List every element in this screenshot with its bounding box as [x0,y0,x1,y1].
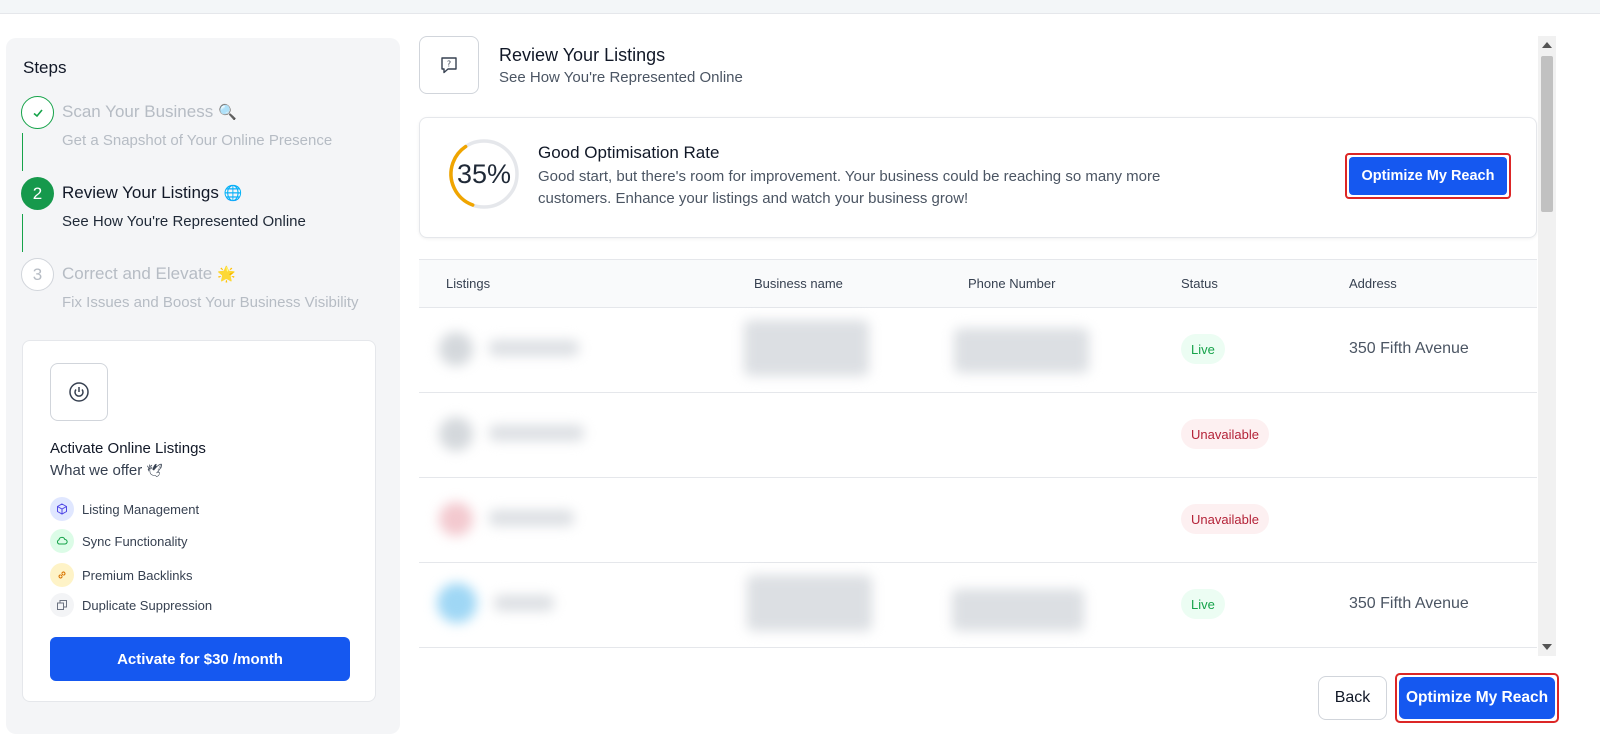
optimisation-description: Good start, but there's room for improve… [538,168,1161,207]
copy-icon [50,593,74,617]
optimize-reach-footer-button[interactable]: Optimize My Reach [1399,677,1555,719]
listing-logo-blurred [437,583,477,623]
scroll-up-icon[interactable] [1542,42,1552,48]
feature-label: Listing Management [82,501,200,517]
step-number: 2 [21,177,54,210]
listing-logo-blurred [439,502,473,536]
table-row[interactable]: Unavailable [419,393,1537,478]
column-header-phone: Phone Number [968,276,1056,291]
power-icon [50,363,108,421]
listing-logo-blurred [439,417,473,451]
address-cell: 350 Fifth Avenue [1349,595,1469,612]
step-subtitle: Get a Snapshot of Your Online Presence [62,132,333,149]
column-header-status: Status [1181,276,1218,291]
listing-logo-blurred [439,332,473,366]
feature-label: Premium Backlinks [82,567,193,583]
table-row[interactable]: Live 350 Fifth Avenue [419,308,1537,393]
column-header-address: Address [1349,276,1397,291]
column-header-listings: Listings [446,276,491,291]
scroll-thumb[interactable] [1541,56,1553,212]
phone-blurred [952,589,1084,631]
page-title: Review Your Listings [499,45,666,65]
highlight-frame: Optimize My Reach [1345,153,1511,199]
scroll-down-icon[interactable] [1542,644,1552,650]
status-badge: Unavailable [1181,419,1269,449]
optimize-reach-button[interactable]: Optimize My Reach [1349,157,1507,195]
feature-item: Duplicate Suppression [50,593,212,617]
feature-label: Sync Functionality [82,533,188,549]
magnifier-emoji-icon: 🔍 [217,104,237,121]
activate-subscription-button[interactable]: Activate for $30 /month [50,637,350,681]
step-connector [22,133,23,171]
listing-name-blurred [494,595,554,611]
table-row[interactable]: Live 350 Fifth Avenue [419,563,1537,648]
optimisation-title: Good Optimisation Rate [538,143,720,162]
listing-name-blurred [489,425,584,441]
activate-subtitle: What we offer [50,462,143,479]
phone-blurred [954,328,1089,373]
status-badge: Live [1181,334,1225,364]
check-icon [21,96,54,129]
feature-item: Listing Management [50,497,199,521]
globe-emoji-icon: 🌐 [223,185,243,202]
status-badge: Live [1181,589,1225,619]
step-title: Scan Your Business [62,102,214,121]
dove-emoji-icon: 🕊 [146,463,163,478]
activate-title: Activate Online Listings [50,440,206,457]
column-header-business-name: Business name [754,276,843,291]
step-subtitle: See How You're Represented Online [62,213,306,230]
address-cell: 350 Fifth Avenue [1349,340,1469,357]
optimisation-gauge: 35% [445,138,523,210]
optimisation-card: 35% Good Optimisation Rate Good start, b… [419,117,1537,238]
feature-item: Sync Functionality [50,529,188,553]
back-button[interactable]: Back [1318,676,1387,720]
cloud-icon [50,529,74,553]
main-scrollbar[interactable] [1538,36,1556,656]
listing-name-blurred [489,340,579,356]
link-icon [50,563,74,587]
table-row[interactable]: Unavailable [419,478,1537,563]
highlight-frame: Optimize My Reach [1395,673,1559,723]
step-title: Correct and Elevate [62,264,213,283]
business-name-blurred [747,575,872,631]
listing-name-blurred [489,510,574,526]
status-badge: Unavailable [1181,504,1269,534]
step-number: 3 [21,258,54,291]
help-chat-icon: ? [419,36,479,94]
step-title: Review Your Listings [62,183,219,202]
table-header: Listings Business name Phone Number Stat… [419,260,1537,308]
top-bar [0,0,1600,14]
feature-item: Premium Backlinks [50,563,193,587]
table-row[interactable] [419,648,1537,657]
feature-label: Duplicate Suppression [82,597,213,613]
steps-sidebar: Steps Scan Your Business 🔍 Get a Snapsho… [6,38,400,734]
step-connector [22,214,23,252]
step-subtitle: Fix Issues and Boost Your Business Visib… [62,294,359,311]
optimisation-percent: 35% [456,158,512,189]
steps-title: Steps [23,58,67,77]
listings-table: Listings Business name Phone Number Stat… [419,259,1537,657]
cube-icon [50,497,74,521]
activate-listings-card: Activate Online Listings What we offer 🕊… [22,340,376,702]
star-emoji-icon: 🌟 [216,266,236,283]
page-subtitle: See How You're Represented Online [499,69,743,86]
business-name-blurred [744,320,869,376]
svg-text:?: ? [447,60,451,69]
